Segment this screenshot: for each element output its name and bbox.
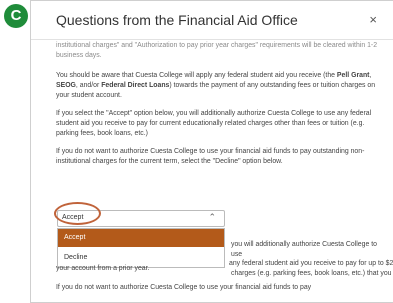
dialog-header: Questions from the Financial Aid Office … [31,1,393,40]
last-paragraph: If you do not want to authorize Cuesta C… [56,283,312,291]
highlight-circle [54,202,101,225]
select-dropdown: Accept Decline [57,228,225,268]
faded-top-text: institutional charges" and "Authorizatio… [56,42,378,59]
prior-year-line-4: your account from a prior year. [56,265,150,272]
close-icon[interactable]: × [369,12,377,27]
pell-grant-label: Pell Grant [336,72,370,79]
dialog-body: institutional charges" and "Authorizatio… [56,41,381,167]
aid-notice-sep1: , [369,72,372,79]
aid-notice-paragraph: You should be aware that Cuesta College … [56,71,381,101]
closing-text: your account from a prior year. If you d… [56,265,381,292]
option-accept[interactable]: Accept [58,229,224,247]
seog-label: SEOG [56,82,76,89]
direct-loans-label: Federal Direct Loans [101,82,170,89]
aid-notice-text-a: You should be aware that Cuesta College … [56,72,337,79]
prior-year-line-1: you will additionally authorize Cuesta C… [231,241,377,258]
dialog-title: Questions from the Financial Aid Office [56,12,298,28]
decline-explanation: If you do not want to authorize Cuesta C… [56,148,365,165]
accept-explanation: If you select the "Accept" option below,… [56,110,372,137]
aid-notice-sep2: , and/or [75,82,102,89]
chevron-up-icon: ⌃ [208,212,216,222]
financial-aid-dialog: Questions from the Financial Aid Office … [30,0,393,303]
step-badge: C [4,4,28,28]
